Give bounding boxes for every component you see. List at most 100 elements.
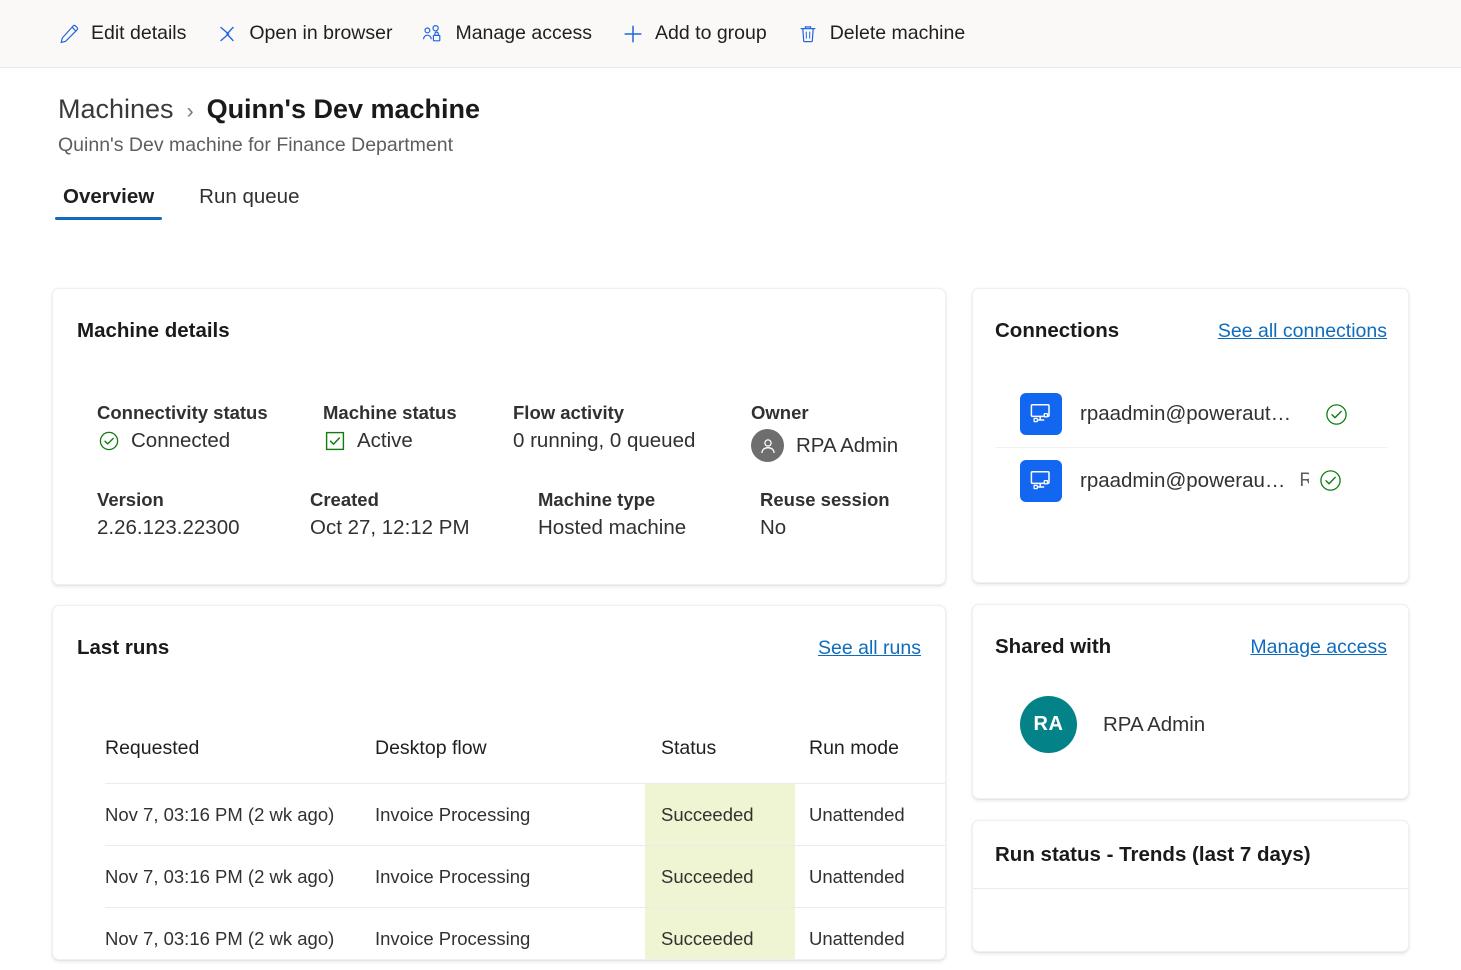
connection-name: rpaadmin@powerau… xyxy=(1080,468,1286,492)
tab-run-queue-label: Run queue xyxy=(199,185,300,208)
field-owner: Owner RPA Admin xyxy=(751,402,898,462)
table-header-row: Requested Desktop flow Status Run mode xyxy=(105,737,945,784)
shared-with-title: Shared with xyxy=(995,635,1112,658)
column-header-requested[interactable]: Requested xyxy=(105,737,375,784)
field-machine-type: Machine type Hosted machine xyxy=(538,489,760,540)
cell-status: Succeeded xyxy=(645,845,795,908)
machine-details-card: Machine details Connectivity status Conn… xyxy=(52,288,946,585)
created-value: Oct 27, 12:12 PM xyxy=(310,516,470,539)
table-row[interactable]: Nov 7, 03:16 PM (2 wk ago) Invoice Proce… xyxy=(105,845,945,908)
tab-overview[interactable]: Overview xyxy=(55,185,163,220)
cell-desktop-flow: Invoice Processing xyxy=(375,907,645,959)
connections-card: Connections See all connections rpaadmin… xyxy=(972,288,1409,583)
last-runs-card: Last runs See all runs Requested Desktop… xyxy=(52,605,946,960)
add-plus-icon xyxy=(622,23,644,45)
machine-details-grid: Connectivity status Connected Machine st… xyxy=(97,402,945,567)
see-all-connections-link[interactable]: See all connections xyxy=(1218,320,1387,343)
delete-machine-button[interactable]: Delete machine xyxy=(797,14,965,54)
field-created: Created Oct 27, 12:12 PM xyxy=(310,489,538,540)
add-to-group-label: Add to group xyxy=(655,22,767,44)
last-runs-table: Requested Desktop flow Status Run mode N… xyxy=(105,737,945,959)
reuse-session-value: No xyxy=(760,516,787,539)
cell-run-mode: Unattended xyxy=(795,845,945,908)
add-to-group-button[interactable]: Add to group xyxy=(622,14,767,54)
run-status-trends-header: Run status - Trends (last 7 days) xyxy=(973,821,1408,889)
cell-run-mode: Unattended xyxy=(795,783,945,846)
connectivity-status-value: Connected xyxy=(131,429,231,452)
field-machine-status: Machine status Active xyxy=(323,402,513,462)
list-item[interactable]: RA RPA Admin xyxy=(1020,696,1387,753)
breadcrumb-parent-machines[interactable]: Machines xyxy=(58,94,174,125)
page-title: Quinn's Dev machine xyxy=(206,94,481,124)
field-version: Version 2.26.123.22300 xyxy=(97,489,310,540)
see-all-runs-link[interactable]: See all runs xyxy=(818,637,921,660)
column-header-desktop-flow[interactable]: Desktop flow xyxy=(375,737,645,784)
green-circle-check-icon xyxy=(1323,401,1350,428)
manage-access-button[interactable]: Manage access xyxy=(422,14,592,54)
desktop-flow-icon xyxy=(1020,393,1062,435)
green-circle-check-icon xyxy=(97,429,121,453)
side-column: Connections See all connections rpaadmin… xyxy=(972,288,1409,970)
machine-status-value-row: Active xyxy=(323,429,513,453)
version-value: 2.26.123.22300 xyxy=(97,516,240,539)
connectivity-status-value-row: Connected xyxy=(97,429,323,453)
field-reuse-session: Reuse session No xyxy=(760,489,890,540)
green-checkbox-icon xyxy=(323,429,347,453)
column-header-run-mode[interactable]: Run mode xyxy=(795,737,945,784)
table-row[interactable]: Nov 7, 03:16 PM (2 wk ago) Invoice Proce… xyxy=(105,907,945,959)
created-label: Created xyxy=(310,489,379,510)
run-status-trends-title: Run status - Trends (last 7 days) xyxy=(995,842,1311,866)
last-runs-header: Last runs See all runs xyxy=(77,636,921,660)
connectivity-status-label: Connectivity status xyxy=(97,402,268,423)
connections-list: rpaadmin@poweraut… rpaadmin@powerau… xyxy=(995,381,1387,513)
shared-person-name: RPA Admin xyxy=(1103,712,1206,736)
desktop-flow-icon xyxy=(1020,459,1062,502)
owner-value-row: RPA Admin xyxy=(751,429,898,462)
manage-access-icon xyxy=(422,23,444,45)
tab-run-queue[interactable]: Run queue xyxy=(191,185,307,220)
page-header: Machines › Quinn's Dev machine Quinn's D… xyxy=(0,68,1461,220)
person-avatar-icon xyxy=(751,429,784,462)
list-item[interactable]: rpaadmin@poweraut… xyxy=(995,381,1387,447)
primary-column: Machine details Connectivity status Conn… xyxy=(52,288,946,970)
table-row[interactable]: Nov 7, 03:16 PM (2 wk ago) Invoice Proce… xyxy=(105,783,945,846)
main-content: Machine details Connectivity status Conn… xyxy=(0,288,1461,970)
connections-title: Connections xyxy=(995,319,1120,342)
list-item[interactable]: rpaadmin@powerau… R xyxy=(995,447,1387,513)
shared-with-card: Shared with Manage access RA RPA Admin xyxy=(972,604,1409,799)
connection-owner: R xyxy=(1299,470,1309,492)
manage-access-label: Manage access xyxy=(455,22,593,44)
cell-requested: Nov 7, 03:16 PM (2 wk ago) xyxy=(105,783,375,846)
cell-status: Succeeded xyxy=(645,907,795,959)
owner-label: Owner xyxy=(751,402,809,423)
cell-desktop-flow: Invoice Processing xyxy=(375,783,645,846)
green-circle-check-icon xyxy=(1317,467,1344,494)
connection-name: rpaadmin@poweraut… xyxy=(1080,402,1292,425)
edit-details-button[interactable]: Edit details xyxy=(58,14,186,54)
delete-trash-icon xyxy=(797,23,819,45)
manage-access-link[interactable]: Manage access xyxy=(1250,636,1387,659)
flow-activity-value: 0 running, 0 queued xyxy=(513,429,696,452)
breadcrumb: Machines › Quinn's Dev machine xyxy=(0,68,1461,125)
open-in-browser-button[interactable]: Open in browser xyxy=(216,14,392,54)
cell-run-mode: Unattended xyxy=(795,907,945,959)
tab-list: Overview Run queue xyxy=(0,157,1461,220)
machine-type-value: Hosted machine xyxy=(538,516,687,539)
flow-activity-label: Flow activity xyxy=(513,402,625,423)
machine-status-value: Active xyxy=(357,429,413,452)
owner-value: RPA Admin xyxy=(796,433,899,457)
cell-requested: Nov 7, 03:16 PM (2 wk ago) xyxy=(105,845,375,908)
machine-type-label: Machine type xyxy=(538,489,656,510)
command-bar: Edit details Open in browser Manage acce… xyxy=(0,0,1461,68)
field-connectivity-status: Connectivity status Connected xyxy=(97,402,323,462)
connections-header: Connections See all connections xyxy=(995,319,1387,343)
machine-details-row-1: Connectivity status Connected Machine st… xyxy=(97,402,945,462)
last-runs-title: Last runs xyxy=(77,636,170,659)
machine-details-row-2: Version 2.26.123.22300 Created Oct 27, 1… xyxy=(97,489,945,540)
machine-details-title: Machine details xyxy=(77,319,230,342)
cell-requested: Nov 7, 03:16 PM (2 wk ago) xyxy=(105,907,375,959)
open-in-browser-icon xyxy=(216,23,238,45)
edit-pencil-icon xyxy=(58,23,80,45)
shared-with-header: Shared with Manage access xyxy=(995,635,1387,659)
column-header-status[interactable]: Status xyxy=(645,737,795,784)
